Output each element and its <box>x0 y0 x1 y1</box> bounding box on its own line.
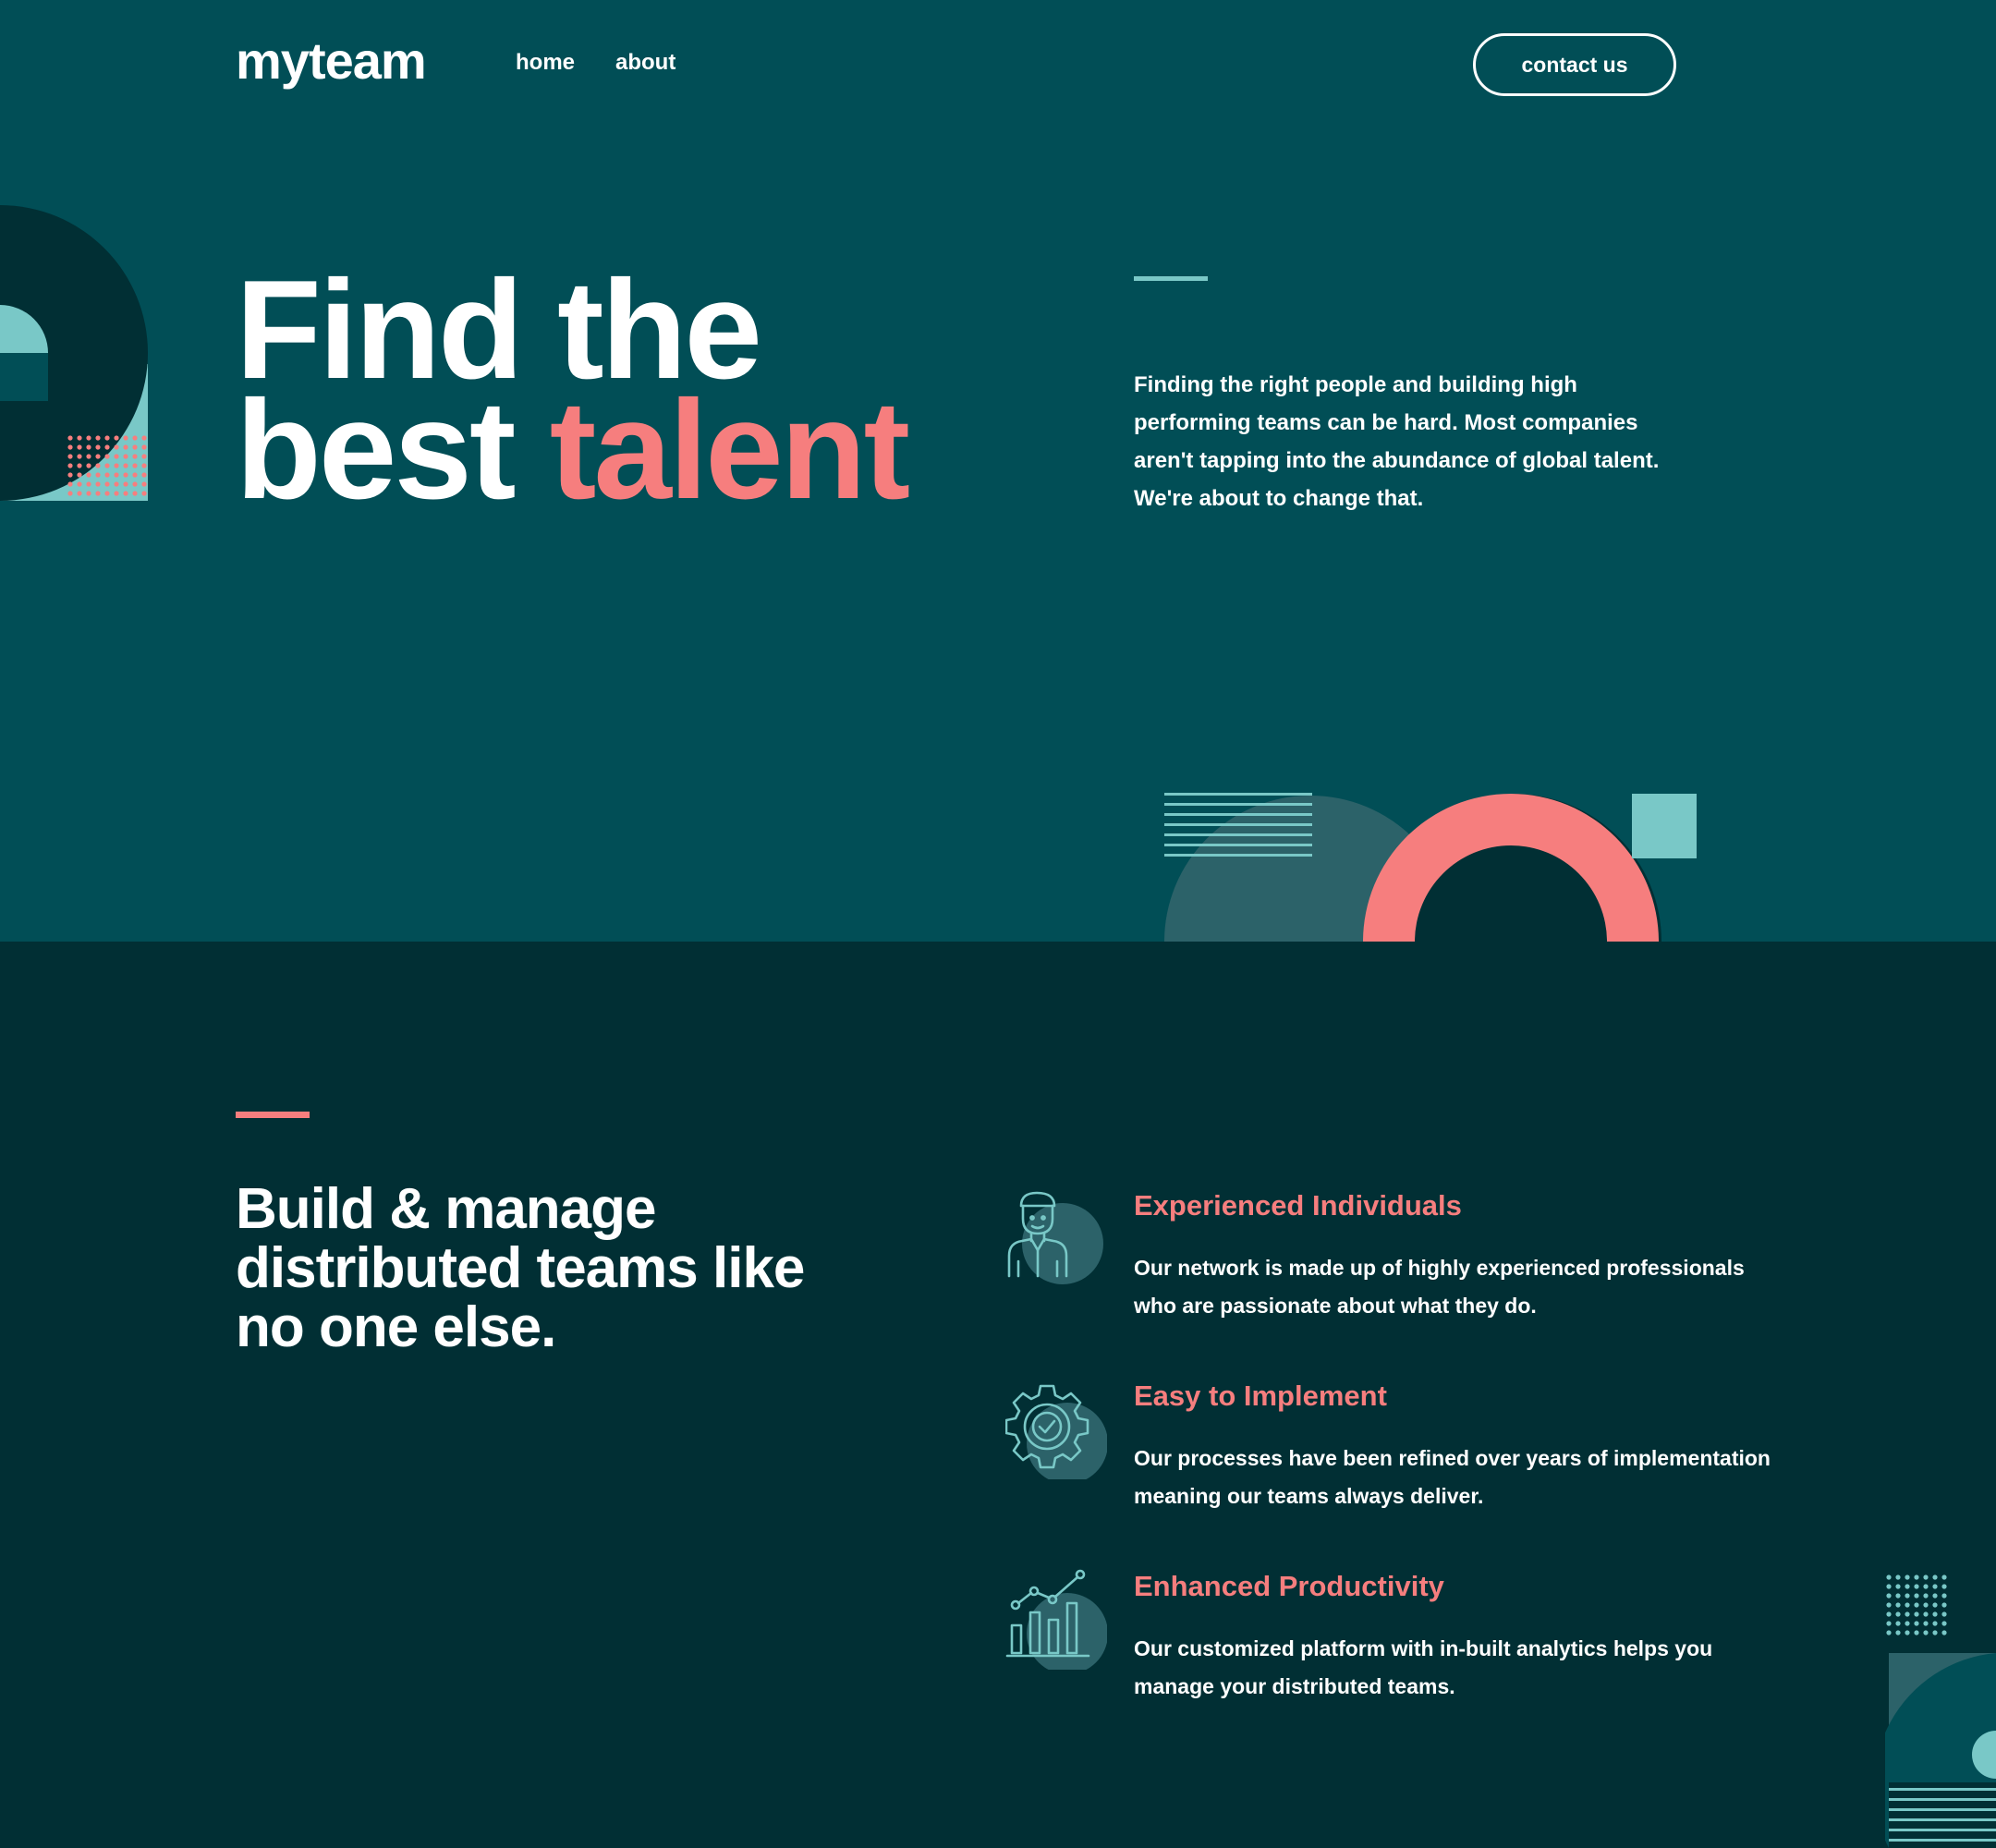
hero-bottom-decoration <box>1164 793 1697 942</box>
person-icon <box>1007 1191 1103 1284</box>
hero-section: myteam home about contact us Find the be… <box>0 0 1996 942</box>
feature-text: Our customized platform with in-built an… <box>1134 1636 1713 1698</box>
features-title: Build & manage distributed teams like no… <box>236 1177 805 1359</box>
feature-title: Experienced Individuals <box>1134 1189 1462 1222</box>
feature-text: Our network is made up of highly experie… <box>1134 1256 1745 1318</box>
features-section: Build & manage distributed teams like no… <box>0 942 1996 1848</box>
feature-title: Enhanced Productivity <box>1134 1570 1444 1602</box>
hero-divider <box>1134 276 1208 281</box>
features-divider <box>236 1112 310 1118</box>
feature-text: Our processes have been refined over yea… <box>1134 1446 1771 1508</box>
nav-home-link[interactable]: home <box>516 52 575 74</box>
main-nav: home about <box>516 52 675 74</box>
hero-description: Finding the right people and building hi… <box>1134 372 1660 511</box>
nav-about-link[interactable]: about <box>615 52 675 74</box>
hero-title-line2: best <box>236 371 550 529</box>
page: myteam home about contact us Find the be… <box>0 0 1996 1848</box>
dot-grid <box>1886 1574 1947 1635</box>
hero-title: Find the best talent <box>236 260 910 520</box>
analytics-chart-icon <box>1005 1569 1107 1670</box>
feature-title: Easy to Implement <box>1134 1380 1387 1412</box>
gear-check-icon <box>1005 1384 1107 1479</box>
features-right-decoration <box>1885 1574 1996 1848</box>
contact-us-button[interactable]: contact us <box>1473 33 1676 96</box>
logo[interactable]: myteam <box>236 35 427 87</box>
hero-left-decoration <box>0 205 148 501</box>
hero-title-accent: talent <box>549 371 910 529</box>
